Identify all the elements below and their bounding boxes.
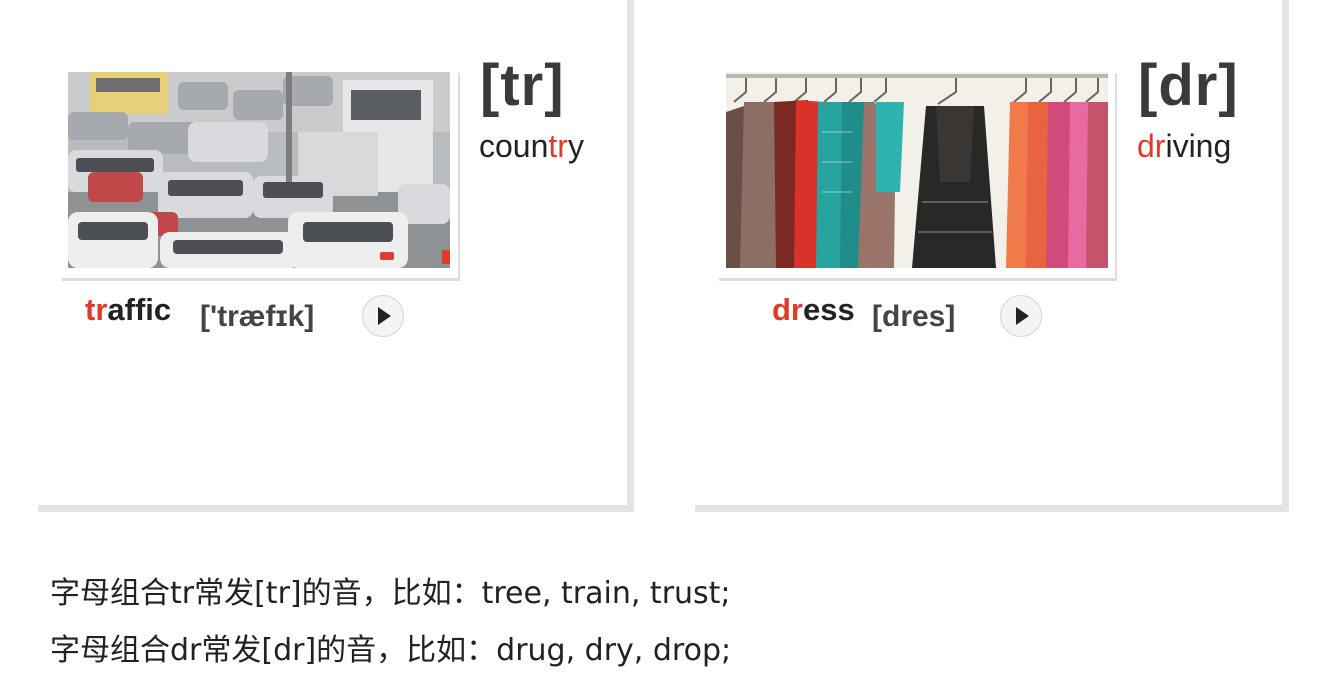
- word-highlight: tr: [85, 292, 108, 327]
- dresses-photo: [726, 72, 1108, 268]
- phoneme-card-dr: [dr] driving dress [dres]: [695, 0, 1289, 512]
- traffic-image: [68, 72, 450, 268]
- play-icon: [378, 307, 391, 325]
- play-audio-button[interactable]: [1000, 295, 1042, 337]
- play-icon: [1016, 307, 1029, 325]
- phoneme-heading: [tr]: [480, 53, 565, 118]
- vocab-word: dress: [772, 292, 855, 328]
- photo-frame: [717, 70, 1115, 278]
- ipa-transcription: [dres]: [872, 300, 956, 333]
- play-audio-button[interactable]: [362, 295, 404, 337]
- dresses-image: [726, 72, 1108, 268]
- rule-note-dr: 字母组合dr常发[dr]的音，比如：drug, dry, drop;: [50, 633, 732, 668]
- traffic-photo: [68, 72, 450, 268]
- rule-note-tr: 字母组合tr常发[tr]的音，比如：tree, train, trust;: [50, 576, 731, 611]
- word-highlight: dr: [772, 292, 803, 327]
- word-rest: ess: [803, 292, 855, 327]
- example-highlight: tr: [548, 128, 568, 164]
- example-word: country: [479, 128, 584, 164]
- example-highlight: dr: [1137, 128, 1166, 164]
- phoneme-heading: [dr]: [1138, 53, 1239, 118]
- example-word: driving: [1137, 128, 1232, 164]
- ipa-transcription: ['træfɪk]: [200, 300, 315, 333]
- word-rest: affic: [107, 292, 172, 327]
- vocab-word: traffic: [85, 292, 171, 328]
- phoneme-card-tr: [tr] country traffic ['træfɪk]: [38, 0, 634, 512]
- photo-frame: [60, 70, 458, 278]
